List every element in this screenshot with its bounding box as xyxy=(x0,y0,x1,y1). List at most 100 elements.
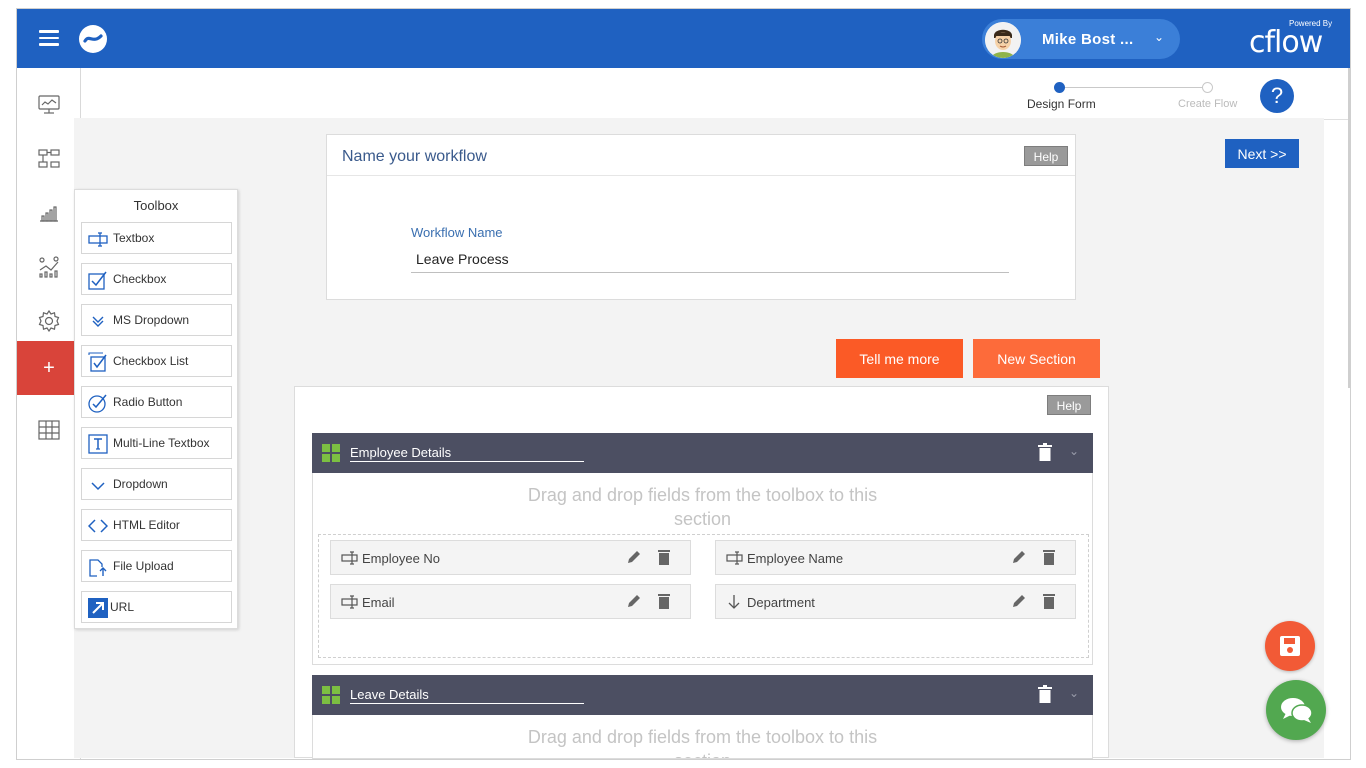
help-icon[interactable]: ? xyxy=(1260,79,1294,113)
tool-radio-button[interactable]: Radio Button xyxy=(81,386,232,418)
section-title-underline xyxy=(350,703,584,704)
new-section-button[interactable]: New Section xyxy=(973,339,1100,378)
sections-help-button[interactable]: Help xyxy=(1047,395,1091,415)
double-chevron-icon xyxy=(92,316,104,327)
avatar[interactable] xyxy=(985,22,1021,58)
sections-container: Help Employee Details ⌄ Drag and drop fi… xyxy=(294,386,1109,759)
trash-icon[interactable] xyxy=(1043,549,1055,565)
field-label: Department xyxy=(747,595,815,610)
section-grid-icon xyxy=(322,686,341,705)
checkbox-list-icon xyxy=(88,352,107,372)
chat-button[interactable] xyxy=(1266,680,1326,740)
drop-zone[interactable]: Employee No Employee Name Email Departme… xyxy=(318,534,1089,658)
rail-analytics[interactable] xyxy=(17,240,81,294)
tool-checkbox[interactable]: Checkbox xyxy=(81,263,232,295)
section-header-leave-details[interactable]: Leave Details ⌄ xyxy=(312,675,1093,715)
chevron-down-icon xyxy=(91,482,105,491)
top-bar: Mike Bost ... ⌄ Powered By cflow xyxy=(17,9,1350,68)
user-menu[interactable]: Mike Bost ... ⌄ xyxy=(982,19,1180,59)
section-title[interactable]: Employee Details xyxy=(350,445,451,460)
section-title-underline xyxy=(350,461,584,462)
left-nav-rail: + xyxy=(17,68,81,759)
field-employee-no[interactable]: Employee No xyxy=(330,540,691,575)
next-button[interactable]: Next >> xyxy=(1225,139,1299,168)
textbox-icon xyxy=(341,551,358,565)
tool-checkbox-list[interactable]: Checkbox List xyxy=(81,345,232,377)
trash-icon[interactable] xyxy=(1043,593,1055,609)
workflow-help-button[interactable]: Help xyxy=(1024,146,1068,166)
rail-create[interactable]: + xyxy=(17,341,81,395)
step-create-flow-label[interactable]: Create Flow xyxy=(1178,98,1237,110)
chevron-down-icon[interactable]: ⌄ xyxy=(1154,30,1164,44)
drop-hint: Drag and drop fields from the toolbox to… xyxy=(527,485,878,505)
pencil-icon[interactable] xyxy=(626,549,642,565)
tool-file-upload[interactable]: File Upload xyxy=(81,550,232,582)
monitor-chart-icon xyxy=(38,95,60,114)
rail-table[interactable] xyxy=(17,403,81,457)
tool-html-editor[interactable]: HTML Editor xyxy=(81,509,232,541)
field-department[interactable]: Department xyxy=(715,584,1076,619)
analytics-icon xyxy=(39,256,59,278)
rail-settings[interactable] xyxy=(17,294,81,348)
tool-textbox[interactable]: Textbox xyxy=(81,222,232,254)
step-design-form-label[interactable]: Design Form xyxy=(1027,97,1096,111)
chevron-down-icon[interactable]: ⌄ xyxy=(1069,444,1079,458)
step-create-flow-dot[interactable] xyxy=(1202,82,1213,93)
field-email[interactable]: Email xyxy=(330,584,691,619)
workflow-icon xyxy=(38,149,60,168)
field-label: Email xyxy=(362,595,395,610)
pencil-icon[interactable] xyxy=(1011,593,1027,609)
section-header-employee-details[interactable]: Employee Details ⌄ xyxy=(312,433,1093,473)
tell-me-more-button[interactable]: Tell me more xyxy=(836,339,963,378)
section-grid-icon xyxy=(322,444,341,463)
tool-label: Textbox xyxy=(113,231,155,245)
tool-multi-line-textbox[interactable]: Multi-Line Textbox xyxy=(81,427,232,459)
gear-icon xyxy=(38,310,60,332)
step-design-form-dot[interactable] xyxy=(1054,82,1065,93)
trash-icon[interactable] xyxy=(658,593,670,609)
section-title[interactable]: Leave Details xyxy=(350,687,429,702)
rail-workflows[interactable] xyxy=(17,132,81,186)
menu-icon[interactable] xyxy=(39,30,59,46)
section-body-leave-details: Drag and drop fields from the toolbox to… xyxy=(312,715,1093,759)
textbox-icon xyxy=(341,595,358,609)
rail-dashboard[interactable] xyxy=(17,78,81,132)
drop-hint: section xyxy=(313,749,1092,758)
tool-url[interactable]: URL xyxy=(81,591,232,623)
workflow-name-label: Workflow Name xyxy=(411,225,503,240)
app-logo-icon[interactable] xyxy=(79,25,107,53)
tool-label: Checkbox List xyxy=(113,354,189,368)
user-name[interactable]: Mike Bost ... xyxy=(1042,31,1133,48)
tool-label: Multi-Line Textbox xyxy=(113,436,210,450)
link-arrow-icon xyxy=(88,598,108,618)
stepper-line xyxy=(1058,87,1208,88)
workflow-name-card: Name your workflow Help Workflow Name xyxy=(326,134,1076,300)
tool-label: Radio Button xyxy=(113,395,183,409)
trash-icon[interactable] xyxy=(658,549,670,565)
rail-reports[interactable] xyxy=(17,186,81,240)
field-label: Employee Name xyxy=(747,551,844,566)
tool-label: URL xyxy=(110,600,135,614)
text-area-icon xyxy=(88,434,108,454)
save-button[interactable] xyxy=(1265,621,1315,671)
scrollbar[interactable] xyxy=(1348,68,1350,388)
tool-label: Dropdown xyxy=(113,477,168,491)
checkbox-icon xyxy=(88,271,107,290)
field-employee-name[interactable]: Employee Name xyxy=(715,540,1076,575)
pencil-icon[interactable] xyxy=(1011,549,1027,565)
chevron-down-icon[interactable]: ⌄ xyxy=(1069,686,1079,700)
field-label: Employee No xyxy=(362,551,441,566)
workflow-card-title: Name your workflow xyxy=(342,148,487,165)
trash-icon[interactable] xyxy=(1038,443,1052,461)
tool-ms-dropdown[interactable]: MS Dropdown xyxy=(81,304,232,336)
pencil-icon[interactable] xyxy=(626,593,642,609)
workflow-name-input[interactable] xyxy=(411,245,1009,273)
textbox-icon xyxy=(88,232,108,247)
trash-icon[interactable] xyxy=(1038,685,1052,703)
tool-dropdown[interactable]: Dropdown xyxy=(81,468,232,500)
drop-hint: Drag and drop fields from the toolbox to… xyxy=(527,727,878,747)
chat-bubbles-icon xyxy=(1281,698,1313,723)
file-upload-icon xyxy=(89,559,107,577)
stepper-bar: Design Form Create Flow ? xyxy=(82,68,1350,120)
bar-chart-icon xyxy=(40,206,58,222)
